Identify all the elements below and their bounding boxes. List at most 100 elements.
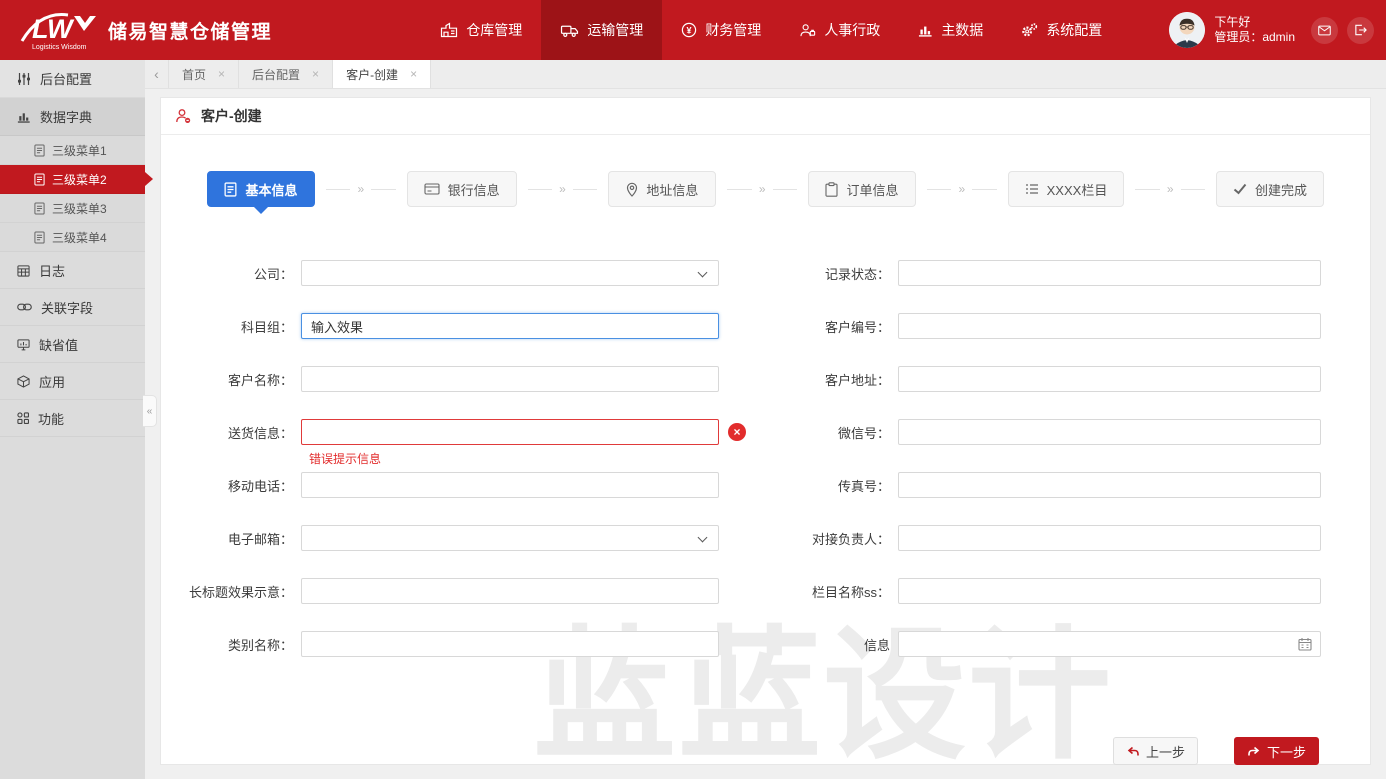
- sidebar-item-label: 三级菜单1: [52, 142, 107, 159]
- sidebar-item-label: 三级菜单2: [52, 171, 107, 188]
- document-icon: [34, 173, 45, 186]
- sidebar-item-data-dictionary[interactable]: 数据字典: [0, 98, 145, 136]
- user-text: 下午好 管理员：admin: [1214, 15, 1295, 45]
- delivery-info-input[interactable]: [301, 419, 719, 445]
- close-icon[interactable]: ×: [218, 67, 225, 81]
- field-value: 输入效果: [311, 317, 363, 336]
- arrow-forward-icon: [1247, 745, 1261, 757]
- tab-backend-config[interactable]: 后台配置 ×: [239, 60, 333, 88]
- gears-icon: [1021, 22, 1038, 38]
- field-label: 记录状态：: [751, 264, 898, 283]
- chart-icon: [17, 110, 31, 124]
- link-icon: [17, 302, 32, 312]
- document-icon: [34, 202, 45, 215]
- header-icon-buttons: [1311, 17, 1374, 44]
- field-label: 客户编号：: [751, 317, 898, 336]
- avatar[interactable]: [1169, 12, 1205, 48]
- nav-item-label: 运输管理: [587, 20, 643, 40]
- close-icon[interactable]: ×: [312, 67, 319, 81]
- sidebar-item-submenu1[interactable]: 三级菜单1: [0, 136, 145, 165]
- avatar-image: [1169, 12, 1205, 48]
- sidebar-item-submenu2[interactable]: 三级菜单2: [0, 165, 145, 194]
- subject-group-input[interactable]: 输入效果: [301, 313, 719, 339]
- tab-label: 后台配置: [252, 66, 300, 83]
- previous-step-label: 上一步: [1146, 742, 1185, 761]
- clipboard-icon: [825, 182, 838, 197]
- date-input[interactable]: [898, 631, 1321, 657]
- nav-item-warehouse[interactable]: 仓库管理: [421, 0, 541, 60]
- logout-button[interactable]: [1347, 17, 1374, 44]
- step-xxxx-section[interactable]: XXXX栏目: [1008, 171, 1125, 207]
- customer-name-input[interactable]: [301, 366, 719, 392]
- form-row: 送货信息： × 错误提示信息: [161, 419, 719, 445]
- nav-item-label: 人事行政: [824, 20, 880, 40]
- email-select[interactable]: [301, 525, 719, 551]
- finance-coin-icon: ¥: [681, 22, 697, 38]
- form-row: 传真号：: [751, 472, 1321, 498]
- arrow-back-icon: [1126, 745, 1140, 757]
- logout-icon: [1354, 24, 1367, 36]
- nav-item-finance[interactable]: ¥ 财务管理: [662, 0, 780, 60]
- error-icon: ×: [728, 423, 746, 441]
- envelope-icon: [1318, 25, 1331, 36]
- fax-input[interactable]: [898, 472, 1321, 498]
- sidebar-item-submenu4[interactable]: 三级菜单4: [0, 223, 145, 252]
- app-header: LW Logistics Wisdom 储易智慧仓储管理 仓库管理 运输管理 ¥…: [0, 0, 1386, 60]
- sidebar-item-label: 三级菜单4: [52, 229, 107, 246]
- user-account[interactable]: 下午好 管理员：admin: [1169, 12, 1295, 48]
- sidebar-item-default-values[interactable]: 缺省值: [0, 326, 145, 363]
- form-row: 类别名称：: [161, 631, 719, 657]
- document-icon: [224, 182, 237, 197]
- nav-item-masterdata[interactable]: 主数据: [899, 0, 1002, 60]
- chevron-down-icon: [698, 268, 708, 278]
- previous-step-button[interactable]: 上一步: [1113, 737, 1198, 765]
- sidebar-item-functions[interactable]: 功能: [0, 400, 145, 437]
- customer-address-input[interactable]: [898, 366, 1321, 392]
- calendar-icon[interactable]: [1298, 637, 1312, 654]
- sidebar-item-logs[interactable]: 日志: [0, 252, 145, 289]
- logo-graphic: LW Logistics Wisdom: [16, 7, 102, 53]
- step-bank-info[interactable]: 银行信息: [407, 171, 517, 207]
- next-step-label: 下一步: [1267, 742, 1306, 761]
- mobile-phone-input[interactable]: [301, 472, 719, 498]
- step-address-info[interactable]: 地址信息: [608, 171, 716, 207]
- company-select[interactable]: [301, 260, 719, 286]
- field-label: 客户名称：: [161, 370, 301, 389]
- step-connector: »: [319, 182, 403, 196]
- message-button[interactable]: [1311, 17, 1338, 44]
- step-basic-info[interactable]: 基本信息: [207, 171, 315, 207]
- step-order-info[interactable]: 订单信息: [808, 171, 916, 207]
- user-role: 管理员：admin: [1214, 30, 1295, 45]
- next-step-button[interactable]: 下一步: [1234, 737, 1319, 765]
- monitor-icon: [17, 338, 30, 351]
- nav-item-sysconfig[interactable]: 系统配置: [1002, 0, 1121, 60]
- main-panel: 客户-创建 基本信息 » 银行信息 » 地址信息 »: [160, 97, 1371, 765]
- wechat-input[interactable]: [898, 419, 1321, 445]
- tabs-scroll-left[interactable]: ‹: [145, 60, 169, 88]
- sidebar-item-applications[interactable]: 应用: [0, 363, 145, 400]
- truck-icon: [560, 23, 579, 38]
- nav-item-hr[interactable]: 人事行政: [780, 0, 899, 60]
- step-label: 创建完成: [1255, 180, 1307, 199]
- category-name-input[interactable]: [301, 631, 719, 657]
- chevrons-right-icon: »: [559, 182, 566, 196]
- tab-bar: ‹ 首页 × 后台配置 × 客户-创建 ×: [145, 60, 1386, 89]
- sidebar-item-submenu3[interactable]: 三级菜单3: [0, 194, 145, 223]
- tab-customer-create[interactable]: 客户-创建 ×: [333, 60, 431, 88]
- sidebar-collapse-handle[interactable]: «: [143, 395, 157, 427]
- customer-number-input[interactable]: [898, 313, 1321, 339]
- sidebar-item-linked-fields[interactable]: 关联字段: [0, 289, 145, 326]
- long-title-demo-input[interactable]: [301, 578, 719, 604]
- nav-item-transport[interactable]: 运输管理: [541, 0, 662, 60]
- tab-home[interactable]: 首页 ×: [169, 60, 239, 88]
- step-connector: »: [920, 182, 1004, 196]
- sidebar-item-backend-config[interactable]: 后台配置: [0, 60, 145, 98]
- field-label: 信息: [751, 635, 898, 654]
- form-row: 客户名称：: [161, 366, 719, 392]
- step-create-complete[interactable]: 创建完成: [1216, 171, 1324, 207]
- close-icon[interactable]: ×: [410, 67, 417, 81]
- contact-person-input[interactable]: [898, 525, 1321, 551]
- section-name-input[interactable]: [898, 578, 1321, 604]
- document-icon: [34, 144, 45, 157]
- record-status-input[interactable]: [898, 260, 1321, 286]
